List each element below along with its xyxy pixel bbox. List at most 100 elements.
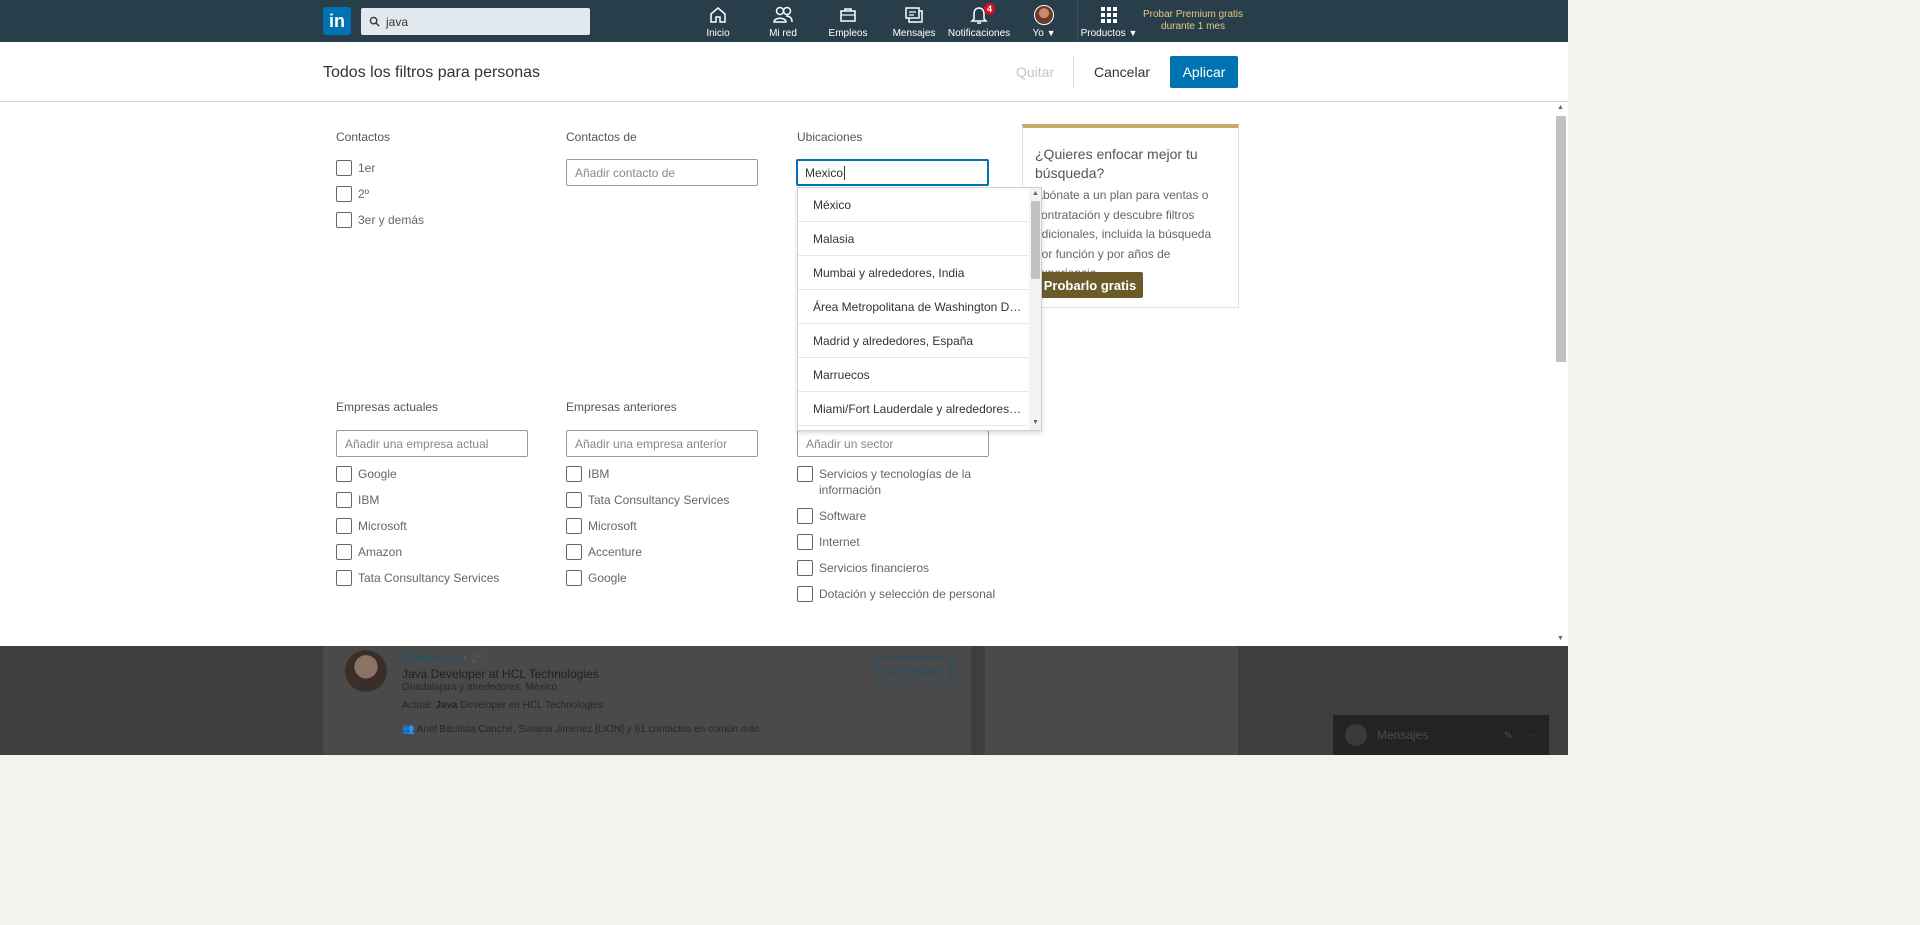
industry-input[interactable]: Añadir un sector — [797, 430, 989, 457]
caret-down-icon: ▼ — [1046, 28, 1056, 38]
past-company-option[interactable]: Tata Consultancy Services — [566, 492, 729, 508]
suggestion-item[interactable]: Mumbai y alrededores, India — [798, 256, 1028, 290]
industry-option[interactable]: Servicios y tecnologías de la informació… — [797, 466, 987, 498]
nav-products-label: Productos — [1080, 28, 1126, 39]
checkbox[interactable] — [566, 492, 582, 508]
checkbox[interactable] — [566, 544, 582, 560]
current-company-option[interactable]: IBM — [336, 492, 379, 508]
current-company-input[interactable]: Añadir una empresa actual — [336, 430, 528, 457]
apply-button[interactable]: Aplicar — [1170, 56, 1238, 88]
premium-trial-link[interactable]: Probar Premium gratis durante 1 mes — [1140, 9, 1246, 33]
locations-input-value: Mexico — [805, 166, 844, 180]
checkbox[interactable] — [797, 534, 813, 550]
industry-option[interactable]: Software — [797, 508, 866, 524]
industry-option[interactable]: Dotación y selección de personal — [797, 586, 995, 602]
checkbox[interactable] — [797, 508, 813, 524]
suggestion-item[interactable]: Marruecos — [798, 358, 1028, 392]
linkedin-logo[interactable]: in — [323, 7, 351, 35]
nav-me-label: Yo — [1032, 28, 1044, 39]
checkbox[interactable] — [336, 466, 352, 482]
nav-jobs[interactable]: Empleos — [829, 4, 867, 40]
avatar — [345, 650, 387, 692]
checkbox[interactable] — [336, 212, 352, 228]
past-company-option[interactable]: IBM — [566, 466, 609, 482]
checkbox[interactable] — [797, 560, 813, 576]
connections-of-input[interactable]: Añadir contacto de — [566, 159, 758, 186]
current-company-option[interactable]: Google — [336, 466, 397, 482]
try-free-button[interactable]: Probarlo gratis — [1037, 272, 1143, 298]
checkbox[interactable] — [336, 518, 352, 534]
checkbox[interactable] — [566, 466, 582, 482]
current-company-option[interactable]: Tata Consultancy Services — [336, 570, 499, 586]
industry-option[interactable]: Internet — [797, 534, 860, 550]
result-location: Guadalajara y alrededores, México — [402, 682, 558, 693]
checkbox[interactable] — [566, 518, 582, 534]
home-icon — [710, 7, 726, 23]
suggestion-item[interactable]: México — [798, 188, 1028, 222]
messaging-icon — [905, 7, 923, 23]
locations-suggestions: México Malasia Mumbai y alrededores, Ind… — [797, 187, 1042, 431]
industry-option[interactable]: Servicios financieros — [797, 560, 929, 576]
people-icon: 👥 — [402, 724, 415, 735]
past-company-option[interactable]: Microsoft — [566, 518, 637, 534]
past-company-option[interactable]: Google — [566, 570, 627, 586]
avatar — [1034, 5, 1054, 25]
nav-messaging-label: Mensajes — [892, 28, 936, 39]
briefcase-icon — [840, 8, 856, 22]
suggestion-item[interactable]: Madrid y alrededores, España — [798, 324, 1028, 358]
checkbox[interactable] — [566, 570, 582, 586]
remove-button[interactable]: Quitar — [1016, 64, 1054, 80]
suggestion-item[interactable]: Malasia — [798, 222, 1028, 256]
result-current: Actual: Java Developer en HCL Technologi… — [402, 700, 604, 711]
checkbox[interactable] — [797, 586, 813, 602]
nav-notifications[interactable]: 4 Notificaciones — [948, 3, 1010, 40]
checkbox[interactable] — [336, 570, 352, 586]
past-company-input[interactable]: Añadir una empresa anterior — [566, 430, 758, 457]
connections-option-3rd[interactable]: 3er y demás — [336, 212, 424, 228]
scroll-up-icon[interactable]: ▲ — [1032, 190, 1039, 197]
header-divider — [1073, 56, 1074, 88]
scroll-down-icon[interactable]: ▼ — [1557, 635, 1564, 642]
messaging-label: Mensajes — [1377, 728, 1429, 742]
cancel-button[interactable]: Cancelar — [1094, 64, 1150, 80]
past-companies-label: Empresas anteriores — [566, 400, 677, 414]
text-cursor — [844, 166, 846, 180]
nav-home[interactable]: Inicio — [704, 4, 732, 40]
nav-products[interactable]: Productos ▼ — [1080, 4, 1138, 40]
suggestion-item[interactable]: Miami/Fort Lauderdale y alrededores, Est… — [798, 392, 1028, 426]
suggestions-scrollbar-thumb[interactable] — [1031, 201, 1040, 279]
checkbox[interactable] — [336, 492, 352, 508]
current-company-option[interactable]: Microsoft — [336, 518, 407, 534]
nav-messaging[interactable]: Mensajes — [893, 4, 935, 40]
avatar — [1345, 724, 1367, 746]
connections-label: Contactos — [336, 130, 391, 144]
locations-label: Ubicaciones — [797, 130, 863, 144]
messaging-bar: Mensajes ✎ ··· — [1333, 715, 1549, 755]
caret-down-icon: ▼ — [1128, 28, 1138, 38]
checkbox[interactable] — [336, 160, 352, 176]
premium-line1: Probar Premium gratis — [1142, 9, 1244, 20]
nav-home-label: Inicio — [706, 28, 730, 39]
connections-option-2nd[interactable]: 2º — [336, 186, 369, 202]
right-rail — [985, 646, 1238, 755]
locations-input[interactable]: Mexico — [796, 159, 989, 186]
checkbox[interactable] — [797, 466, 813, 482]
panel-scrollbar-thumb[interactable] — [1556, 116, 1566, 362]
nav-me[interactable]: Yo ▼ — [1030, 4, 1058, 40]
nav-network[interactable]: Mi red — [768, 4, 798, 40]
connections-option-1st[interactable]: 1er — [336, 160, 375, 176]
premium-line2: durante 1 mes — [1161, 21, 1225, 32]
search-input[interactable]: java — [361, 8, 590, 35]
current-company-option[interactable]: Amazon — [336, 544, 402, 560]
suggestion-item[interactable]: Área Metropolitana de Washington D.C. — [798, 290, 1028, 324]
result-shared-connections: 👥 Anel Bautista Canché, Susana Jimenez [… — [402, 724, 760, 735]
checkbox[interactable] — [336, 544, 352, 560]
past-company-option[interactable]: Accenture — [566, 544, 642, 560]
search-query: java — [386, 14, 409, 29]
promo-title: ¿Quieres enfocar mejor tu búsqueda? — [1035, 146, 1198, 181]
scroll-up-icon[interactable]: ▲ — [1557, 104, 1564, 111]
checkbox[interactable] — [336, 186, 352, 202]
page-title: Todos los filtros para personas — [323, 64, 540, 81]
search-icon — [369, 16, 380, 27]
scroll-down-icon[interactable]: ▼ — [1032, 419, 1039, 426]
